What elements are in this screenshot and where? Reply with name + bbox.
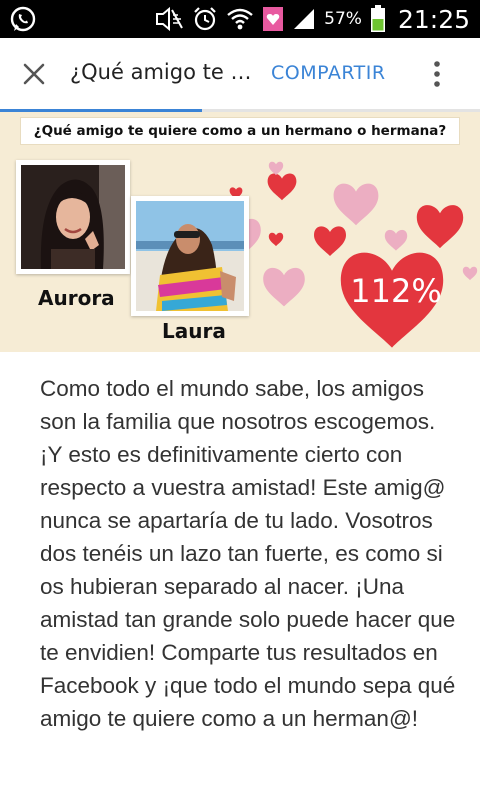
share-button[interactable]: COMPARTIR <box>271 62 386 84</box>
battery-icon <box>370 5 385 32</box>
friend-name-1: Aurora <box>38 286 115 310</box>
whatsapp-icon <box>10 6 36 32</box>
mute-icon <box>156 6 184 32</box>
more-vert-icon[interactable] <box>430 58 444 90</box>
page-title: ¿Qué amigo te quiere como a un hermano o… <box>70 60 260 84</box>
portrait-image <box>21 165 125 269</box>
signal-icon <box>294 9 315 29</box>
quiz-heading: ¿Qué amigo te quiere como a un hermano o… <box>20 117 460 145</box>
clock: 21:25 <box>397 4 470 34</box>
battery-percent: 57% <box>324 9 362 29</box>
friend-name-2: Laura <box>162 319 226 343</box>
status-bar: 57% 21:25 <box>0 0 480 38</box>
alarm-icon <box>194 7 216 31</box>
quiz-result-banner: ¿Qué amigo te quiere como a un hermano o… <box>0 112 480 352</box>
app-toolbar: ¿Qué amigo te quiere como a un hermano o… <box>0 38 480 110</box>
result-description: Como todo el mundo sabe, los amigos son … <box>0 352 480 800</box>
description-text: Como todo el mundo sabe, los amigos son … <box>40 376 456 731</box>
friend-photo-1 <box>16 160 130 274</box>
close-icon[interactable] <box>18 58 50 90</box>
friend-photo-2 <box>131 196 249 316</box>
gallery-icon <box>263 7 284 31</box>
portrait-image <box>136 201 244 311</box>
wifi-icon <box>227 8 253 30</box>
result-percentage: 112% <box>350 272 442 310</box>
